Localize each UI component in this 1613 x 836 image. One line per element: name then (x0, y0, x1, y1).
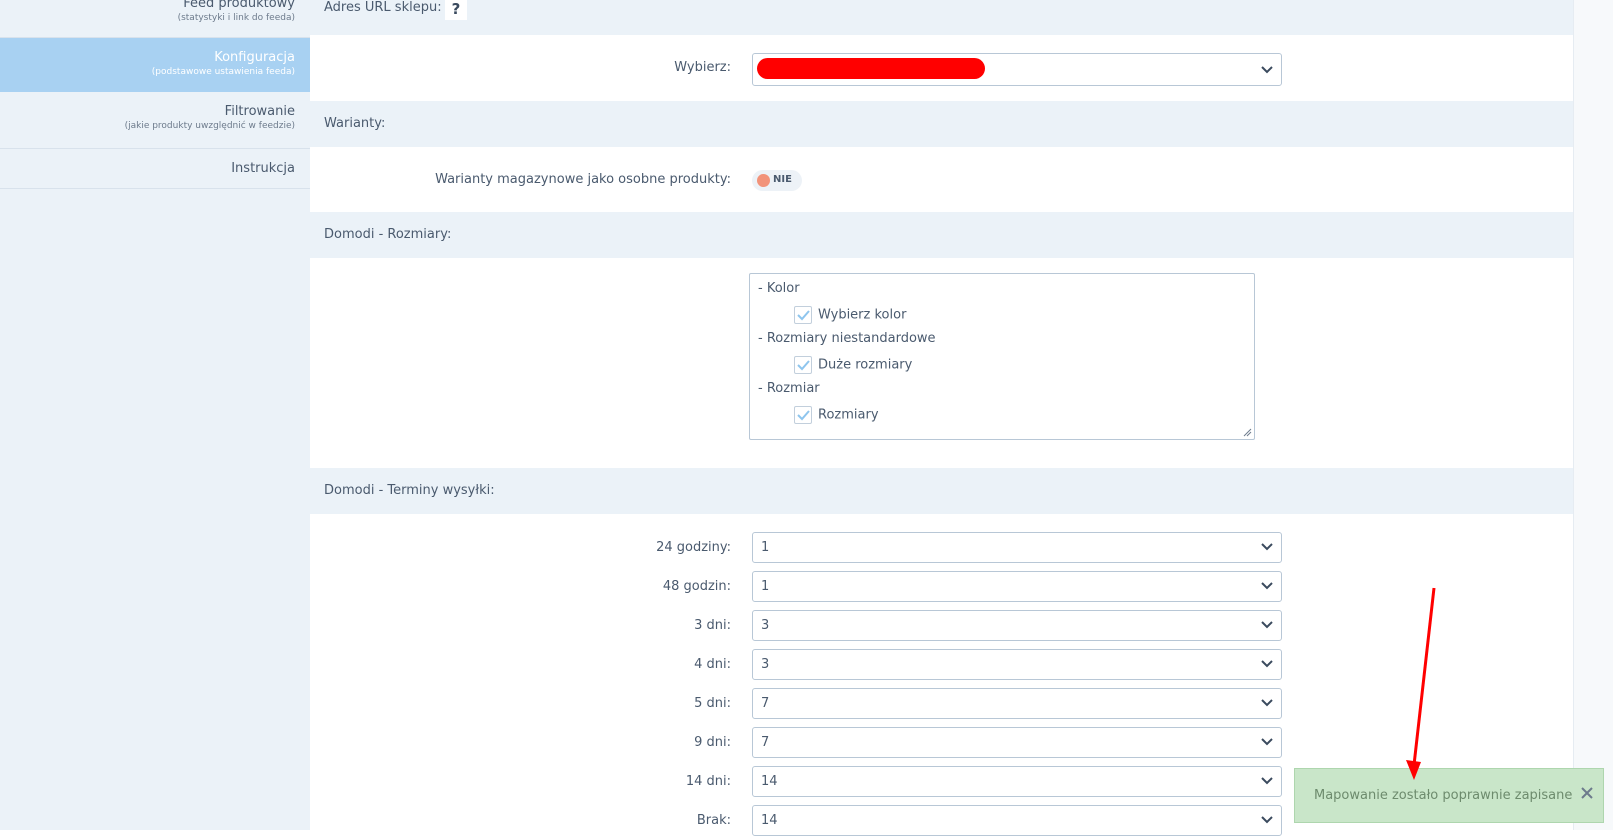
shipping-select-value: 7 (761, 696, 770, 711)
shipping-select-value: 1 (761, 540, 770, 555)
toggle-value: NIE (773, 174, 792, 185)
sidebar-item-instructions[interactable]: Instrukcja (0, 149, 310, 189)
shipping-row-label: 4 dni: (694, 657, 731, 672)
shipping-select-value: 1 (761, 579, 770, 594)
option-duze-rozmiary[interactable]: Duże rozmiary (794, 356, 912, 374)
shipping-select[interactable]: 3 (752, 649, 1282, 680)
checkbox-checked-icon (794, 356, 812, 374)
sidebar-item-sublabel: (jakie produkty uwzględnić w feedzie) (124, 121, 295, 131)
shipping-select[interactable]: 14 (752, 805, 1282, 836)
shipping-select-value: 3 (761, 657, 770, 672)
resize-grip-icon[interactable] (1243, 428, 1252, 437)
shipping-select-value: 14 (761, 774, 778, 789)
right-divider (1573, 0, 1574, 830)
chevron-down-icon (1261, 735, 1273, 747)
checkbox-checked-icon (794, 406, 812, 424)
option-rozmiary[interactable]: Rozmiary (794, 406, 879, 424)
sidebar-item-sublabel: (statystyki i link do feeda) (177, 13, 295, 23)
shop-url-section: Adres URL sklepu: (310, 0, 1573, 35)
chevron-down-icon (1261, 774, 1273, 786)
shipping-select[interactable]: 1 (752, 532, 1282, 563)
shop-url-label: Adres URL sklepu: (324, 0, 442, 15)
toggle-knob (757, 174, 770, 187)
checkbox-checked-icon (794, 306, 812, 324)
shipping-select[interactable]: 1 (752, 571, 1282, 602)
chevron-down-icon (1261, 813, 1273, 825)
shipping-heading: Domodi - Terminy wysyłki: (324, 483, 495, 498)
sidebar-item-label: Konfiguracja (214, 50, 295, 65)
sizes-section: Domodi - Rozmiary: (310, 212, 1573, 258)
sidebar-item-feed[interactable]: Feed produktowy (statystyki i link do fe… (0, 0, 310, 38)
help-icon[interactable]: ? (445, 0, 467, 20)
shipping-select-value: 14 (761, 813, 778, 828)
sizes-heading: Domodi - Rozmiary: (324, 227, 452, 242)
option-label: Duże rozmiary (818, 357, 913, 373)
shipping-row-label: 5 dni: (694, 696, 731, 711)
shipping-row-label: 48 godzin: (662, 579, 731, 594)
redaction-marker (757, 58, 985, 79)
sidebar-item-filtering[interactable]: Filtrowanie (jakie produkty uwzględnić w… (0, 92, 310, 149)
toast-message: Mapowanie zostało poprawnie zapisane (1314, 788, 1573, 803)
shipping-select[interactable]: 7 (752, 727, 1282, 758)
shipping-row-label: 9 dni: (694, 735, 731, 750)
shipping-row-label: 24 godziny: (656, 540, 731, 555)
chevron-down-icon (1261, 540, 1273, 552)
shipping-select[interactable]: 14 (752, 766, 1282, 797)
chevron-down-icon (1261, 657, 1273, 669)
close-icon[interactable] (1581, 787, 1593, 803)
shipping-select-value: 7 (761, 735, 770, 750)
sidebar-item-label: Filtrowanie (224, 104, 295, 119)
sidebar-item-configuration[interactable]: Konfiguracja (podstawowe ustawienia feed… (0, 38, 310, 92)
chevron-down-icon (1261, 63, 1273, 75)
option-wybierz-kolor[interactable]: Wybierz kolor (794, 306, 906, 324)
chevron-down-icon (1261, 618, 1273, 630)
sizes-multiselect[interactable]: - Kolor Wybierz kolor - Rozmiary niestan… (749, 273, 1255, 440)
variants-heading: Warianty: (324, 116, 386, 131)
shipping-row-label: 3 dni: (694, 618, 731, 633)
sidebar-item-sublabel: (podstawowe ustawienia feeda) (151, 67, 295, 77)
shipping-select[interactable]: 3 (752, 610, 1282, 641)
group-label: - Kolor (758, 281, 800, 296)
option-label: Wybierz kolor (818, 307, 907, 323)
success-toast: Mapowanie zostało poprawnie zapisane (1294, 768, 1604, 823)
shipping-select-value: 3 (761, 618, 770, 633)
sidebar: Feed produktowy (statystyki i link do fe… (0, 0, 310, 830)
chevron-down-icon (1261, 579, 1273, 591)
shipping-select[interactable]: 7 (752, 688, 1282, 719)
shipping-row-label: 14 dni: (685, 774, 731, 789)
shipping-section: Domodi - Terminy wysyłki: (310, 468, 1573, 514)
sidebar-item-label: Feed produktowy (183, 0, 295, 11)
sidebar-item-label: Instrukcja (231, 161, 295, 176)
variants-toggle[interactable]: NIE (752, 170, 802, 191)
select-shop-label: Wybierz: (674, 60, 731, 75)
shipping-row-label: Brak: (696, 813, 731, 828)
option-label: Rozmiary (818, 407, 879, 423)
group-label: - Rozmiary niestandardowe (758, 331, 936, 346)
chevron-down-icon (1261, 696, 1273, 708)
group-label: - Rozmiar (758, 381, 820, 396)
variants-toggle-label: Warianty magazynowe jako osobne produkty… (435, 172, 731, 187)
right-gutter (1573, 0, 1613, 830)
variants-section: Warianty: (310, 101, 1573, 147)
